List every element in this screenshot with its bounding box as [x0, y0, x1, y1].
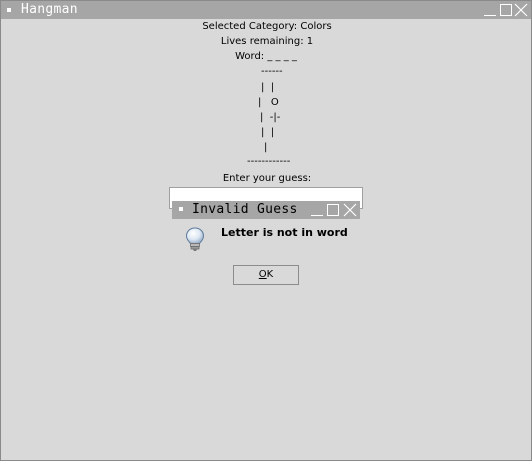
dialog-close-icon[interactable] — [343, 203, 357, 217]
guess-prompt: Enter your guess: — [222, 173, 312, 184]
window-title: Hangman — [21, 2, 78, 17]
gallows-row-3: | -|- — [260, 112, 281, 123]
window-menu-icon[interactable] — [7, 8, 11, 12]
dialog-message: Letter is not in word — [221, 226, 348, 239]
gallows-row-1: | | — [261, 82, 275, 93]
gallows-row-2: | O — [258, 97, 279, 108]
lightbulb-icon — [184, 226, 206, 256]
gallows-top: ------ — [261, 66, 283, 77]
dialog-minimize-icon[interactable] — [310, 203, 324, 217]
dialog-title: Invalid Guess — [192, 202, 298, 217]
dialog-menu-icon[interactable] — [179, 207, 183, 211]
dialog-maximize-icon[interactable] — [326, 203, 340, 217]
gallows-base: ------------ — [247, 156, 291, 167]
minimize-icon[interactable] — [483, 3, 497, 17]
close-icon[interactable] — [514, 3, 528, 17]
gallows-row-4: | | — [261, 127, 275, 138]
invalid-guess-dialog-titlebar[interactable]: Invalid Guess — [172, 201, 360, 219]
gallows-row-5: | — [264, 142, 268, 153]
ok-button[interactable]: OK — [233, 265, 299, 285]
lives-label: Lives remaining: 1 — [220, 36, 314, 47]
word-label: Word: _ _ _ _ — [235, 51, 297, 62]
maximize-icon[interactable] — [499, 3, 513, 17]
ok-button-label: OK — [258, 269, 274, 280]
category-label: Selected Category: Colors — [202, 21, 332, 32]
window-titlebar[interactable]: Hangman — [1, 1, 531, 19]
